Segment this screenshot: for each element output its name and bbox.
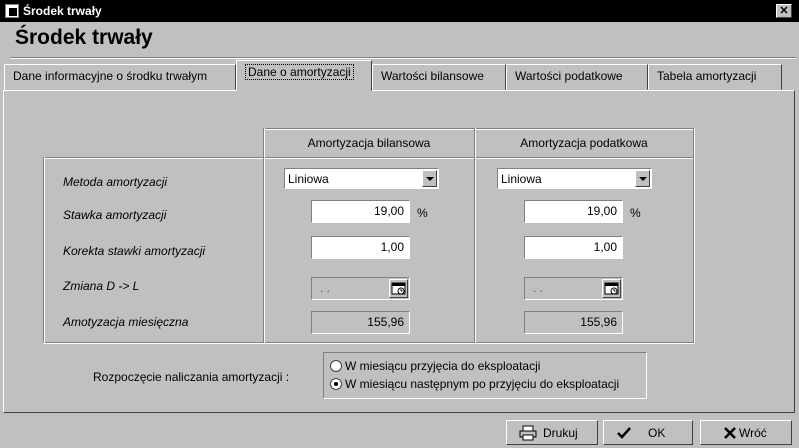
grid-line xyxy=(263,128,695,130)
column-header-bilansowa: Amortyzacja bilansowa xyxy=(307,136,431,150)
tab-label: Wartości bilansowe xyxy=(381,69,484,83)
percent-unit: % xyxy=(630,206,641,220)
close-icon: ✕ xyxy=(779,5,789,17)
row-label-stawka: Stawka amortyzacji xyxy=(63,208,167,222)
radio-nastepnym[interactable] xyxy=(330,378,342,390)
row-label-metoda: Metoda amortyzacji xyxy=(63,175,168,189)
printer-icon xyxy=(519,425,537,441)
ok-button[interactable]: OK xyxy=(603,420,693,445)
row-label-miesieczna: Amotyzacja miesięczna xyxy=(63,315,189,329)
grid-line xyxy=(474,128,476,343)
tab-wartosci-podatkowe[interactable]: Wartości podatkowe xyxy=(506,64,648,90)
tab-dane-o-amortyzacji[interactable]: Dane o amortyzacji xyxy=(236,60,372,91)
back-button[interactable]: Wróć xyxy=(700,420,792,445)
print-button[interactable]: Drukuj xyxy=(506,420,598,445)
column-header-podatkowa: Amortyzacja podatkowa xyxy=(520,136,648,150)
tab-dane-informacyjne[interactable]: Dane informacyjne o środku trwałym xyxy=(4,64,236,90)
row-label-korekta: Korekta stawki amortyzacji xyxy=(63,244,206,258)
print-button-label: Drukuj xyxy=(543,426,578,440)
start-label: Rozpoczęcie naliczania amortyzacji : xyxy=(93,370,290,384)
calendar-bilansowa-button[interactable] xyxy=(389,279,408,298)
korekta-bilansowa-input[interactable]: 1,00 xyxy=(311,236,410,259)
page-title: Środek trwały xyxy=(15,26,153,49)
tab-tabela-amortyzacji[interactable]: Tabela amortyzacji xyxy=(648,64,782,90)
radio-przyjecia[interactable] xyxy=(330,360,342,372)
calendar-podatkowa-button[interactable] xyxy=(602,279,621,298)
row-label-zmiana: Zmiana D -> L xyxy=(63,279,140,293)
chevron-down-icon[interactable] xyxy=(422,170,437,187)
radio-przyjecia-label[interactable]: W miesiącu przyjęcia do eksploatacji xyxy=(345,359,540,373)
select-value: Liniowa xyxy=(501,172,542,186)
metoda-podatkowa-select[interactable]: Liniowa xyxy=(497,168,652,189)
stawka-bilansowa-input[interactable]: 19,00 xyxy=(311,200,410,223)
tab-label: Wartości podatkowe xyxy=(515,69,623,83)
grid-line xyxy=(43,342,695,344)
grid-line xyxy=(693,128,695,343)
grid-line xyxy=(263,128,265,343)
miesieczna-podatkowa-value: 155,96 xyxy=(524,311,623,334)
window-title: Środek trwały xyxy=(23,4,102,18)
title-divider xyxy=(10,57,796,59)
korekta-podatkowa-input[interactable]: 1,00 xyxy=(524,236,623,259)
check-icon xyxy=(617,427,631,439)
ok-button-label: OK xyxy=(648,426,666,440)
calendar-icon xyxy=(391,282,406,295)
calendar-icon xyxy=(604,282,619,295)
tab-wartosci-bilansowe[interactable]: Wartości bilansowe xyxy=(372,64,506,90)
metoda-bilansowa-select[interactable]: Liniowa xyxy=(284,168,439,189)
grid-line xyxy=(43,157,45,343)
percent-unit: % xyxy=(417,206,428,220)
radio-nastepnym-label[interactable]: W miesiącu następnym po przyjęciu do eks… xyxy=(345,377,619,391)
miesieczna-bilansowa-value: 155,96 xyxy=(311,311,410,334)
window-titlebar[interactable]: Środek trwały ✕ xyxy=(0,0,799,22)
close-window-button[interactable]: ✕ xyxy=(776,4,792,18)
back-button-label: Wróć xyxy=(739,426,767,440)
select-value: Liniowa xyxy=(288,172,329,186)
tab-label: Tabela amortyzacji xyxy=(657,69,757,83)
stawka-podatkowa-input[interactable]: 19,00 xyxy=(524,200,623,223)
grid-line xyxy=(43,157,695,159)
tab-label: Dane o amortyzacji xyxy=(245,64,354,80)
x-icon xyxy=(724,427,736,439)
tab-label: Dane informacyjne o środku trwałym xyxy=(13,69,208,83)
chevron-down-icon[interactable] xyxy=(635,170,650,187)
app-icon xyxy=(5,4,19,18)
